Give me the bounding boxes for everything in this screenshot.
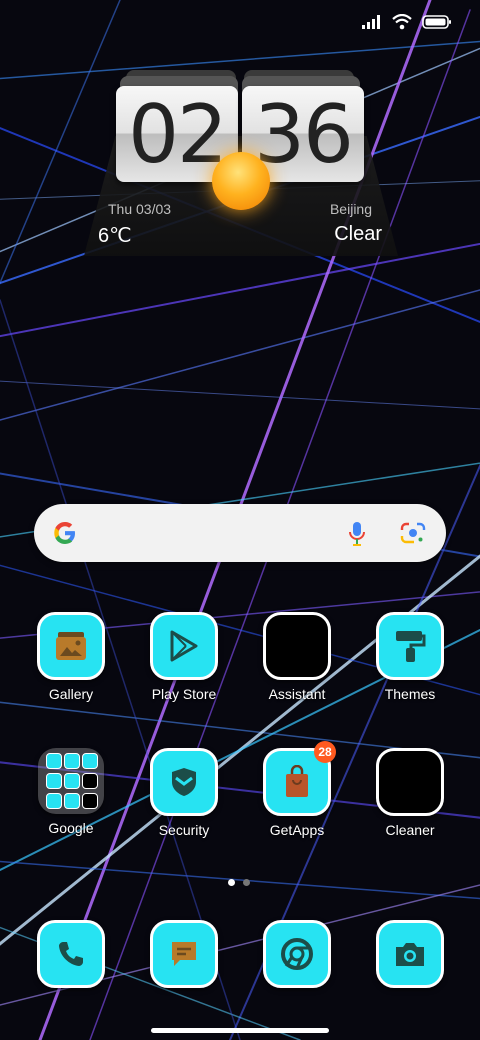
phone-icon — [37, 920, 105, 988]
app-security[interactable]: Security — [134, 748, 234, 838]
app-getapps[interactable]: 28 GetApps — [247, 741, 347, 838]
notification-badge: 28 — [314, 741, 336, 763]
app-gallery[interactable]: Gallery — [21, 612, 121, 702]
app-label: Cleaner — [385, 822, 435, 838]
signal-icon — [362, 15, 380, 29]
weather-condition: Clear — [334, 223, 382, 245]
home-indicator[interactable] — [151, 1028, 329, 1033]
assistant-icon — [263, 612, 331, 680]
dock-phone[interactable] — [21, 920, 121, 988]
folder-contents — [46, 753, 98, 809]
clock-weather-widget[interactable]: 02 36 Thu 03/03 Beijing 6℃ Clear — [84, 66, 398, 258]
weather-city: Beijing — [329, 201, 372, 217]
app-label: Google — [48, 820, 94, 836]
app-label: GetApps — [269, 822, 325, 838]
app-google-folder[interactable]: Google — [21, 748, 121, 836]
getapps-icon: 28 — [263, 741, 336, 816]
battery-icon — [422, 15, 451, 29]
app-label: Themes — [384, 686, 436, 702]
gallery-icon — [37, 612, 105, 680]
dock-messages[interactable] — [134, 920, 234, 988]
lens-icon[interactable] — [400, 522, 426, 544]
app-label: Assistant — [268, 686, 326, 702]
app-assistant[interactable]: Assistant — [247, 612, 347, 702]
play-store-icon — [150, 612, 218, 680]
camera-icon — [376, 920, 444, 988]
weather-temperature: 6℃ — [98, 225, 132, 247]
app-cleaner[interactable]: Cleaner — [360, 748, 460, 838]
status-bar — [362, 14, 452, 30]
cleaner-icon — [376, 748, 444, 816]
google-search-bar[interactable] — [34, 504, 446, 562]
chrome-icon — [263, 920, 331, 988]
sun-icon — [212, 152, 270, 210]
google-logo — [54, 522, 75, 544]
app-label: Security — [158, 822, 210, 838]
page-indicator — [228, 879, 250, 886]
folder-icon — [38, 748, 104, 814]
weather-date: Thu 03/03 — [108, 201, 172, 217]
messages-icon — [150, 920, 218, 988]
themes-icon — [376, 612, 444, 680]
app-label: Play Store — [151, 686, 217, 702]
dock-camera[interactable] — [360, 920, 460, 988]
page-dot — [243, 879, 250, 886]
dock-chrome[interactable] — [247, 920, 347, 988]
mic-icon[interactable] — [348, 521, 366, 547]
wifi-icon — [392, 14, 412, 30]
app-themes[interactable]: Themes — [360, 612, 460, 702]
page-dot-active — [228, 879, 235, 886]
app-play-store[interactable]: Play Store — [134, 612, 234, 702]
app-label: Gallery — [48, 686, 94, 702]
security-icon — [150, 748, 218, 816]
